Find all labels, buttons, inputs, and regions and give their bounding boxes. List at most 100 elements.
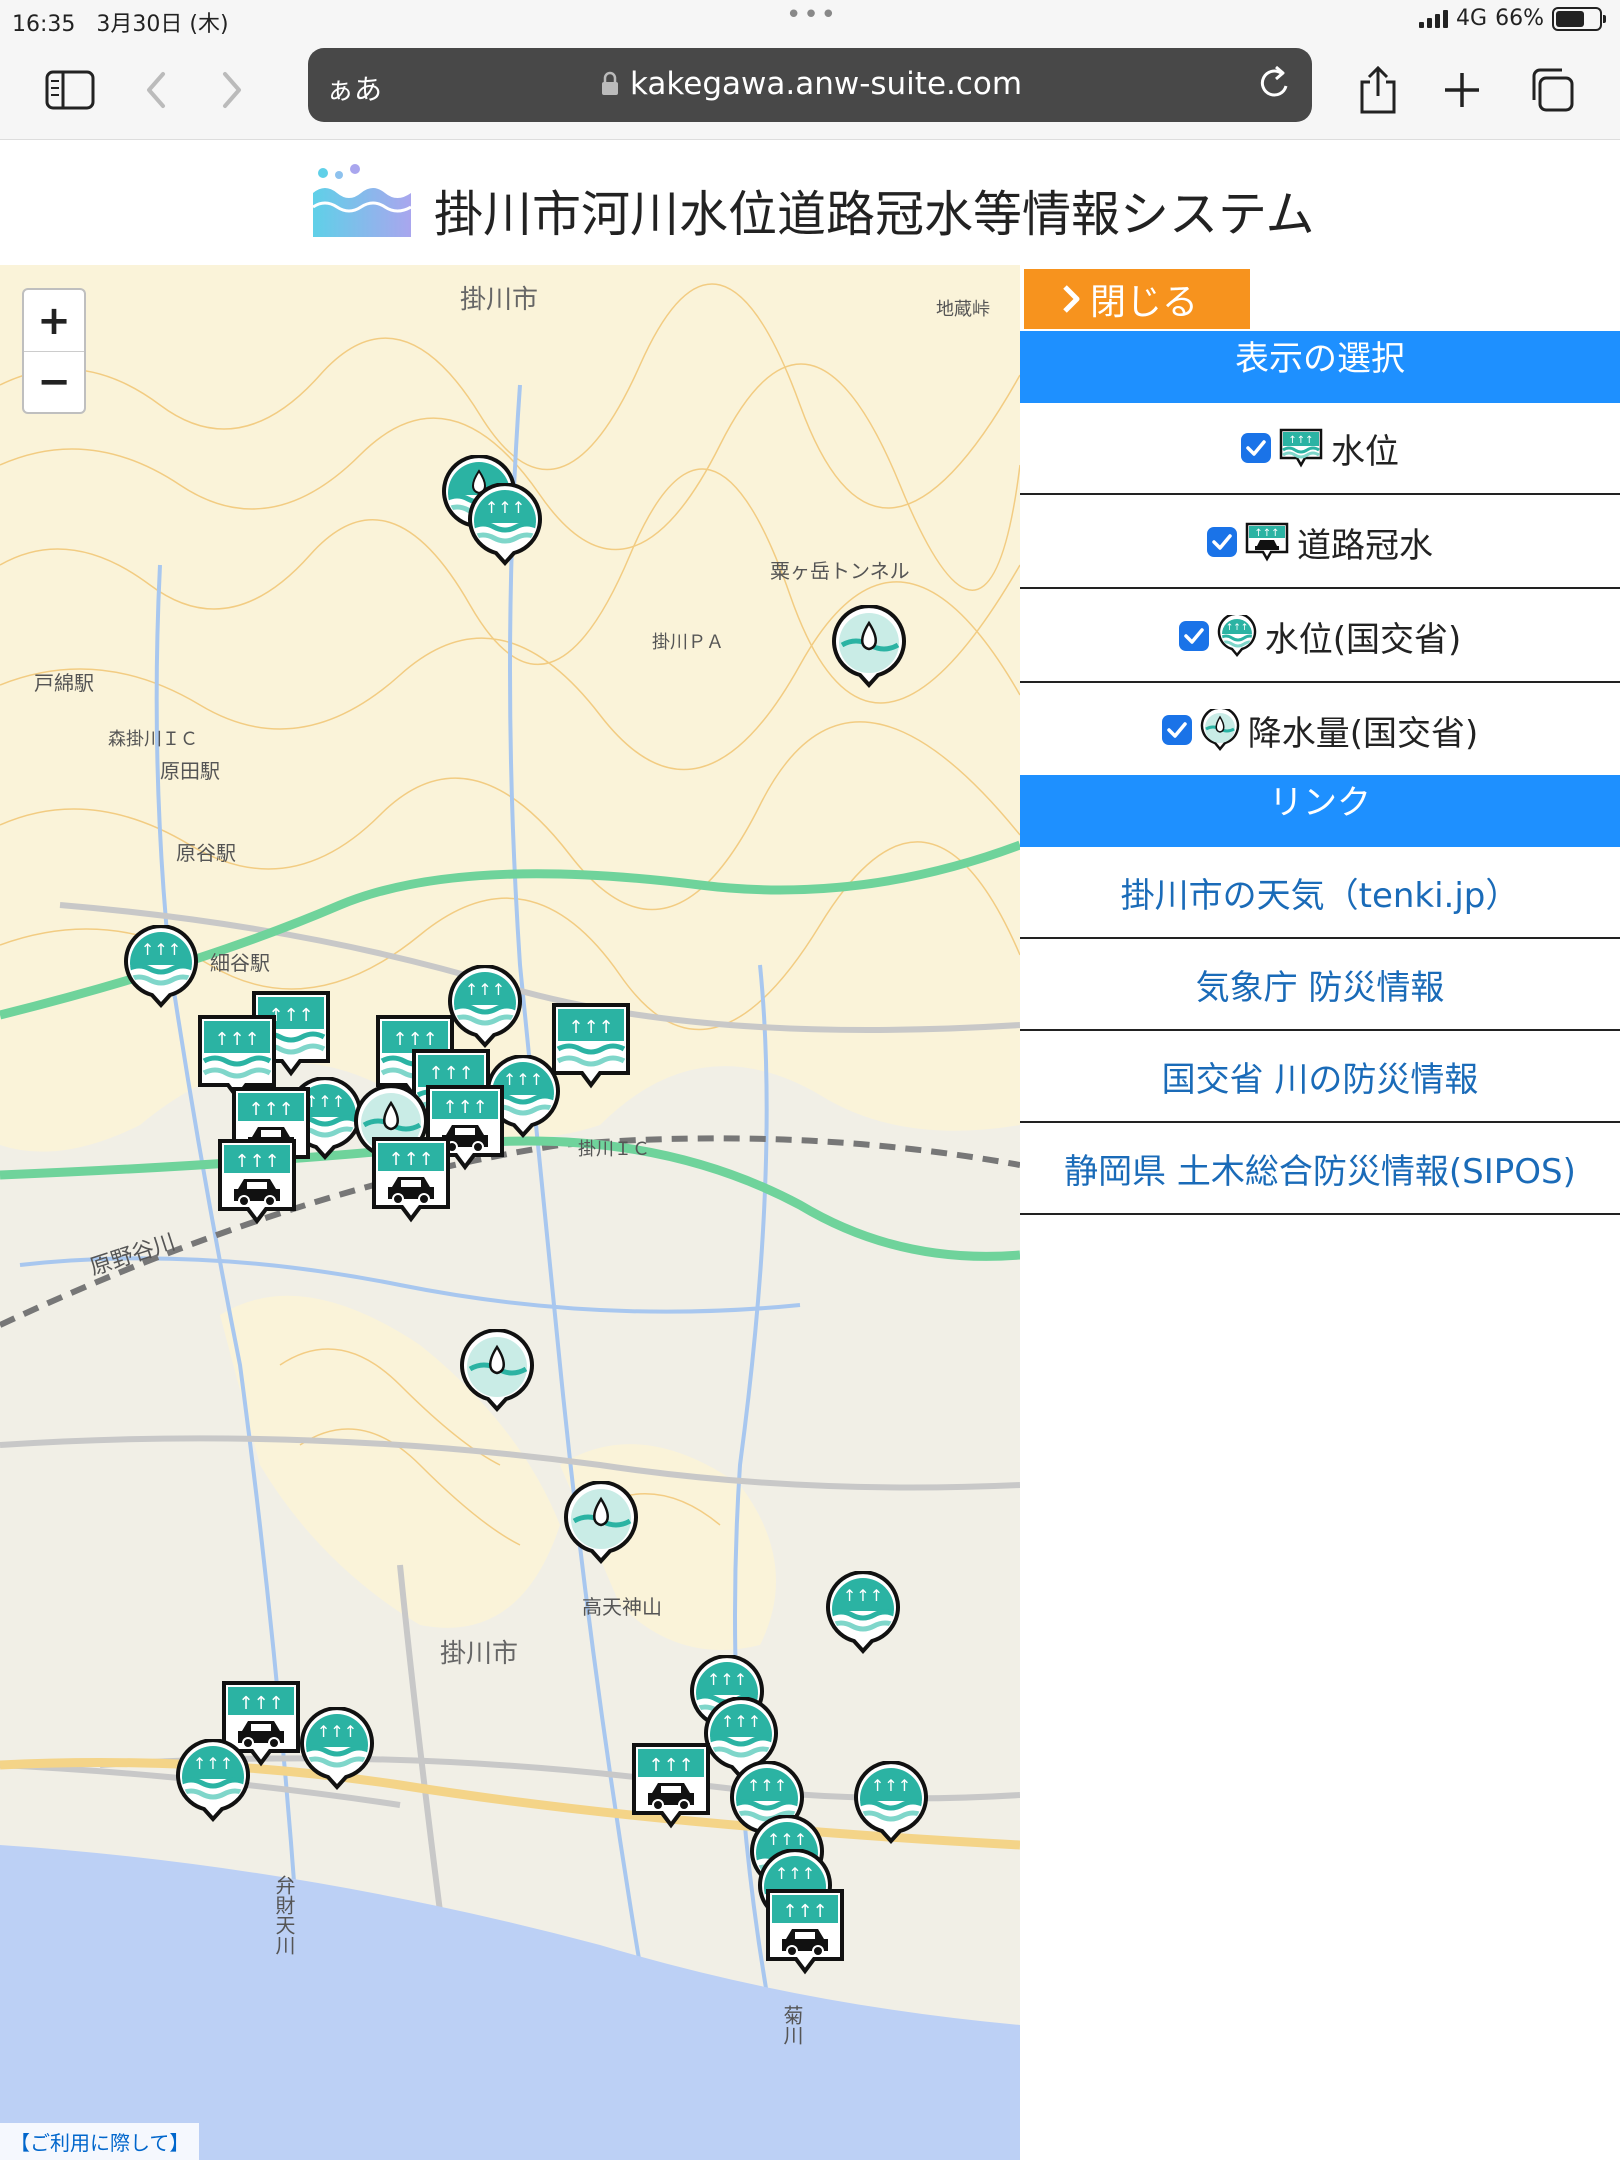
svg-text:↑↑↑: ↑↑↑ bbox=[234, 1151, 279, 1172]
link-mlit-river[interactable]: 国交省 川の防災情報 bbox=[1020, 1031, 1620, 1123]
layer-toggle-rainfall-mlit[interactable]: 降水量(国交省) bbox=[1020, 685, 1620, 777]
map-label: 原田駅 bbox=[160, 759, 220, 783]
status-time: 16:35 bbox=[12, 12, 76, 37]
layer-label: 道路冠水 bbox=[1297, 525, 1433, 566]
zoom-in-button[interactable]: + bbox=[24, 290, 84, 351]
map-label: 掛川ＩＣ bbox=[578, 1139, 650, 1160]
signal-icon bbox=[1419, 9, 1449, 28]
svg-text:↑↑↑: ↑↑↑ bbox=[388, 1149, 433, 1170]
svg-text:↑↑↑: ↑↑↑ bbox=[193, 1754, 233, 1773]
water-level-marker[interactable]: ↑↑↑ bbox=[122, 925, 200, 1009]
svg-text:↑↑↑: ↑↑↑ bbox=[428, 1063, 473, 1084]
link-sipos[interactable]: 静岡県 土木総合防災情報(SIPOS) bbox=[1020, 1123, 1620, 1215]
water-level-marker[interactable]: ↑↑↑ bbox=[852, 1761, 930, 1845]
browser-toolbar: ぁあ kakegawa.anw-suite.com bbox=[0, 40, 1620, 140]
svg-text:↑↑↑: ↑↑↑ bbox=[767, 1830, 807, 1849]
map-label: 原谷駅 bbox=[176, 841, 236, 865]
road-flood-marker[interactable]: ↑↑↑ bbox=[630, 1741, 712, 1829]
layer-label: 水位(国交省) bbox=[1264, 619, 1462, 660]
map-label: 粟ヶ岳トンネル bbox=[770, 559, 910, 583]
forward-icon[interactable] bbox=[204, 62, 260, 118]
svg-text:↑↑↑: ↑↑↑ bbox=[485, 498, 525, 517]
status-bar: 16:35 3月30日 (木) ••• 4G 66% bbox=[0, 0, 1620, 40]
rainfall-marker[interactable] bbox=[562, 1481, 640, 1565]
layer-label: 水位 bbox=[1331, 431, 1399, 472]
link-tenki[interactable]: 掛川市の天気（tenki.jp） bbox=[1020, 847, 1620, 939]
svg-text:↑↑↑: ↑↑↑ bbox=[568, 1017, 613, 1038]
aa-button[interactable]: ぁあ bbox=[326, 68, 382, 108]
road-flood-marker[interactable]: ↑↑↑ bbox=[370, 1135, 452, 1223]
share-icon[interactable] bbox=[1350, 62, 1406, 118]
new-tab-icon[interactable] bbox=[1434, 62, 1490, 118]
address-bar[interactable]: ぁあ kakegawa.anw-suite.com bbox=[308, 48, 1312, 122]
svg-text:↑↑↑: ↑↑↑ bbox=[442, 1097, 487, 1118]
svg-text:↑↑↑: ↑↑↑ bbox=[843, 1586, 883, 1605]
multitask-dots[interactable]: ••• bbox=[786, 0, 838, 30]
svg-text:↑↑↑: ↑↑↑ bbox=[248, 1099, 293, 1120]
rainfall-marker[interactable] bbox=[830, 605, 908, 689]
layer-label: 降水量(国交省) bbox=[1247, 713, 1479, 754]
water-level-marker[interactable]: ↑↑↑ bbox=[466, 483, 544, 567]
sidebar-icon[interactable] bbox=[42, 62, 98, 118]
road-flood-marker[interactable]: ↑↑↑ bbox=[764, 1887, 846, 1975]
checkbox-checked[interactable] bbox=[1207, 527, 1237, 557]
checkbox-checked[interactable] bbox=[1178, 621, 1209, 651]
svg-text:↑↑↑: ↑↑↑ bbox=[214, 1029, 259, 1050]
side-panel: 閉じる 表示の選択 ↑↑↑ 水位 ↑↑↑ 道路冠水 ↑↑↑ 水位(国交省) 降水… bbox=[1020, 265, 1620, 2160]
zoom-control: + − bbox=[22, 288, 86, 414]
svg-text:↑↑↑: ↑↑↑ bbox=[141, 940, 181, 959]
status-time-date: 16:35 3月30日 (木) bbox=[12, 6, 229, 38]
tabs-icon[interactable] bbox=[1524, 62, 1580, 118]
lock-icon bbox=[602, 71, 618, 95]
svg-text:↑↑↑: ↑↑↑ bbox=[1288, 435, 1313, 446]
status-right: 4G 66% bbox=[1419, 6, 1606, 31]
map-view[interactable]: 掛川市 地蔵峠 粟ヶ岳トンネル 掛川ＰＡ 戸綿駅 森掛川ＩＣ 原田駅 原谷駅 細… bbox=[0, 265, 1020, 2160]
display-section-header: 表示の選択 bbox=[1020, 331, 1620, 403]
water-level-marker[interactable]: ↑↑↑ bbox=[174, 1739, 252, 1823]
layer-toggle-water-level[interactable]: ↑↑↑ 水位 bbox=[1020, 403, 1620, 495]
map-label: 細谷駅 bbox=[210, 951, 270, 975]
page-title: 掛川市河川水位道路冠水等情報システム bbox=[434, 186, 1315, 243]
site-header: 掛川市河川水位道路冠水等情報システム bbox=[0, 141, 1620, 265]
url-display[interactable]: kakegawa.anw-suite.com bbox=[600, 66, 1022, 102]
water-level-marker[interactable]: ↑↑↑ bbox=[824, 1571, 902, 1655]
link-section-header: リンク bbox=[1020, 775, 1620, 847]
reload-icon[interactable] bbox=[1256, 64, 1294, 108]
road-flood-marker[interactable]: ↑↑↑ bbox=[216, 1137, 298, 1225]
svg-text:↑↑↑: ↑↑↑ bbox=[775, 1864, 815, 1883]
water-level-marker[interactable]: ↑↑↑ bbox=[446, 965, 524, 1049]
svg-text:↑↑↑: ↑↑↑ bbox=[317, 1722, 357, 1741]
map-label: 地蔵峠 bbox=[936, 299, 990, 320]
svg-text:↑↑↑: ↑↑↑ bbox=[707, 1670, 747, 1689]
water-level-square-marker[interactable]: ↑↑↑ bbox=[550, 1001, 632, 1089]
layer-toggle-road-flood[interactable]: ↑↑↑ 道路冠水 bbox=[1020, 497, 1620, 589]
back-icon[interactable] bbox=[128, 62, 184, 118]
chevron-right-icon bbox=[1063, 285, 1080, 313]
zoom-out-button[interactable]: − bbox=[24, 351, 84, 412]
map-label: 掛川ＰＡ bbox=[652, 632, 724, 653]
svg-text:↑↑↑: ↑↑↑ bbox=[648, 1755, 693, 1776]
layer-toggle-water-level-mlit[interactable]: ↑↑↑ 水位(国交省) bbox=[1020, 591, 1620, 683]
svg-text:↑↑↑: ↑↑↑ bbox=[465, 980, 505, 999]
water-level-marker[interactable]: ↑↑↑ bbox=[298, 1707, 376, 1791]
svg-text:↑↑↑: ↑↑↑ bbox=[1254, 528, 1279, 539]
terms-link[interactable]: 【ご利用に際して】 bbox=[0, 2123, 200, 2160]
rainfall-marker[interactable] bbox=[458, 1329, 536, 1413]
svg-text:↑↑↑: ↑↑↑ bbox=[747, 1776, 787, 1795]
close-panel-label: 閉じる bbox=[1090, 282, 1199, 323]
battery-icon bbox=[1552, 6, 1606, 31]
map-label: 掛川市 bbox=[440, 1639, 519, 1669]
svg-text:↑↑↑: ↑↑↑ bbox=[871, 1776, 911, 1795]
network-type: 4G bbox=[1456, 6, 1488, 31]
checkbox-checked[interactable] bbox=[1241, 433, 1271, 463]
map-label: 弁財天川 bbox=[272, 1875, 296, 1955]
svg-text:↑↑↑: ↑↑↑ bbox=[503, 1070, 543, 1089]
status-date: 3月30日 (木) bbox=[96, 12, 229, 37]
battery-percent: 66% bbox=[1495, 6, 1544, 31]
checkbox-checked[interactable] bbox=[1161, 715, 1192, 745]
close-panel-button[interactable]: 閉じる bbox=[1024, 269, 1250, 329]
svg-text:↑↑↑: ↑↑↑ bbox=[1225, 623, 1248, 633]
water-level-round-icon: ↑↑↑ bbox=[1217, 615, 1256, 657]
link-jma[interactable]: 気象庁 防災情報 bbox=[1020, 939, 1620, 1031]
water-level-square-icon: ↑↑↑ bbox=[1279, 428, 1323, 468]
